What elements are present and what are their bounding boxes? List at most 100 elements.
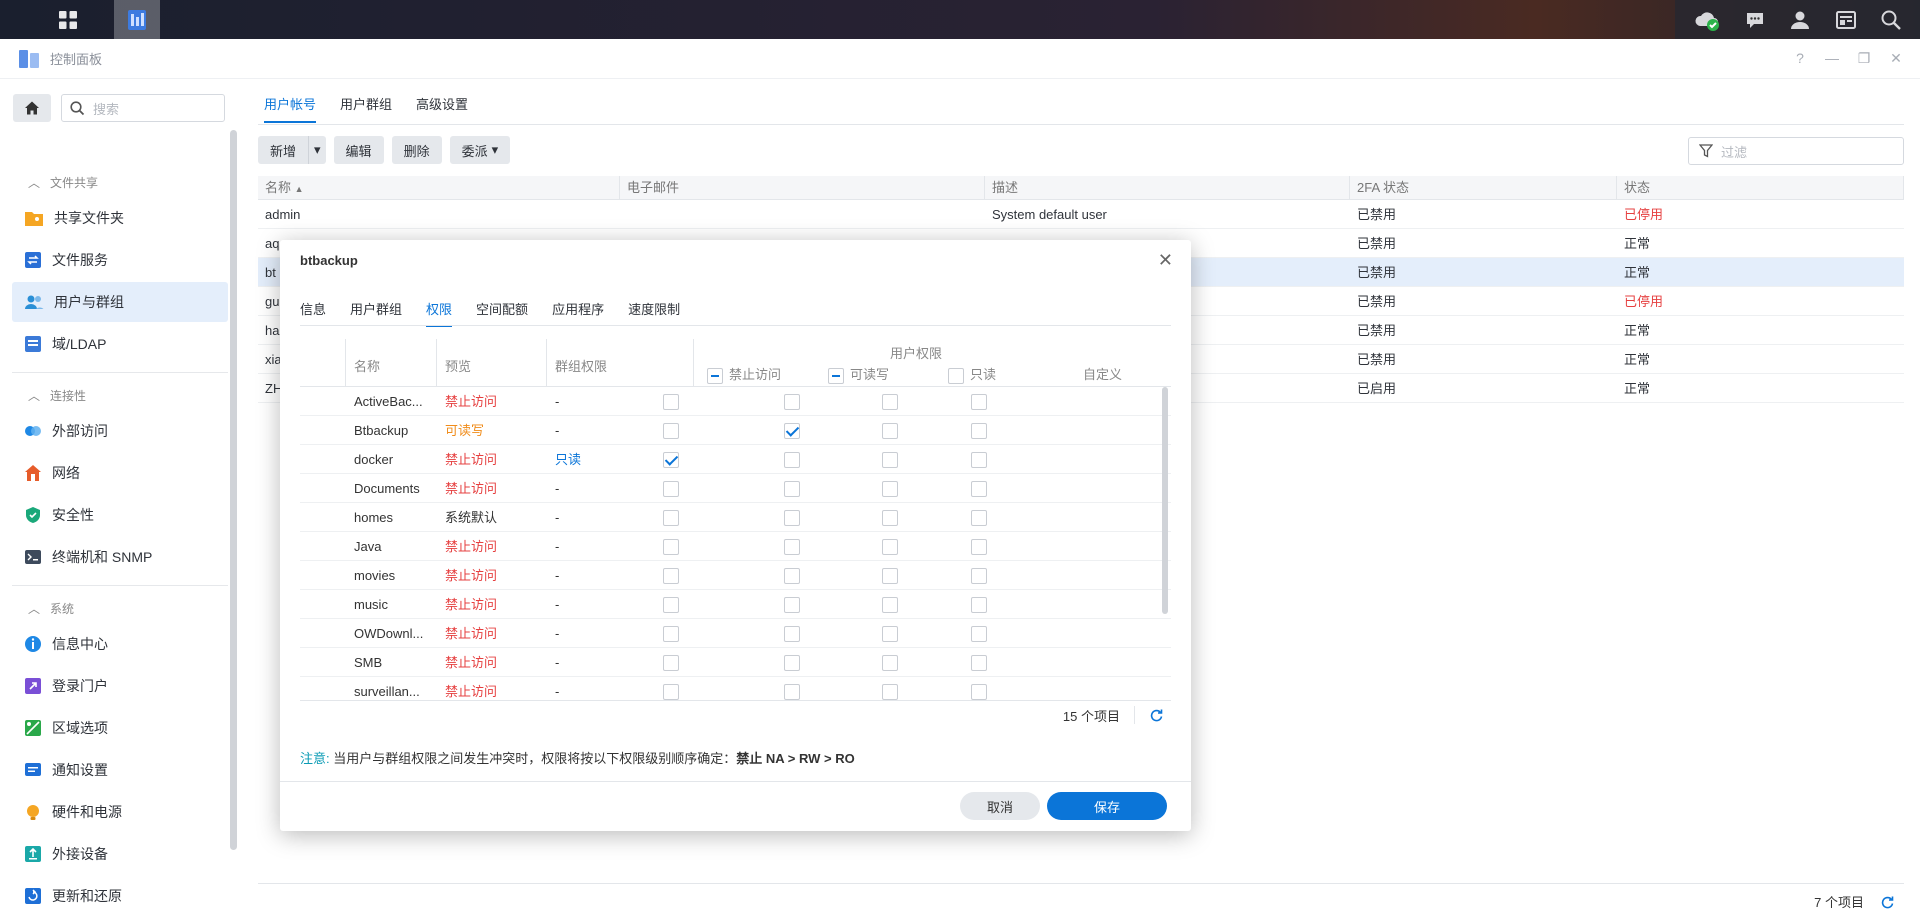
deny-checkbox[interactable]	[663, 597, 679, 613]
custom-checkbox[interactable]	[971, 452, 987, 468]
permission-row[interactable]: Documents 禁止访问 -	[300, 474, 1171, 503]
deny-checkbox[interactable]	[663, 626, 679, 642]
permission-row[interactable]: movies 禁止访问 -	[300, 561, 1171, 590]
ro-checkbox[interactable]	[882, 597, 898, 613]
col-description[interactable]: 描述	[985, 176, 1350, 199]
sidebar-item-network[interactable]: 网络	[12, 453, 228, 493]
permission-row[interactable]: surveillan... 禁止访问 -	[300, 677, 1171, 700]
rw-checkbox[interactable]	[784, 597, 800, 613]
help-icon[interactable]: ?	[1790, 48, 1810, 68]
sidebar-item-external-devices[interactable]: 外接设备	[12, 834, 228, 874]
tab-user-accounts[interactable]: 用户帐号	[264, 94, 317, 123]
permission-row[interactable]: music 禁止访问 -	[300, 590, 1171, 619]
dialog-tab-applications[interactable]: 应用程序	[552, 299, 604, 327]
tab-user-groups[interactable]: 用户群组	[340, 94, 392, 123]
custom-checkbox[interactable]	[971, 626, 987, 642]
refresh-icon[interactable]	[1149, 708, 1163, 722]
col-status[interactable]: 状态	[1617, 176, 1904, 199]
filter-input[interactable]: 过滤	[1688, 137, 1904, 165]
ro-checkbox[interactable]	[882, 568, 898, 584]
main-menu-button[interactable]	[45, 0, 91, 39]
deny-checkbox[interactable]	[663, 539, 679, 555]
dialog-tab-permissions[interactable]: 权限	[426, 299, 453, 327]
home-button[interactable]	[13, 94, 51, 122]
sidebar-scrollbar[interactable]	[230, 130, 237, 850]
refresh-icon[interactable]	[1880, 895, 1894, 909]
deny-all-checkbox[interactable]	[707, 367, 723, 384]
permissions-scrollbar[interactable]	[1162, 387, 1168, 614]
permission-row[interactable]: ActiveBac... 禁止访问 -	[300, 387, 1171, 416]
deny-checkbox[interactable]	[663, 510, 679, 526]
deny-checkbox[interactable]	[663, 568, 679, 584]
custom-checkbox[interactable]	[971, 394, 987, 410]
user-icon[interactable]	[1789, 9, 1811, 31]
permission-row[interactable]: docker 禁止访问 只读	[300, 445, 1171, 474]
permission-row[interactable]: homes 系统默认 -	[300, 503, 1171, 532]
col-email[interactable]: 电子邮件	[620, 176, 985, 199]
create-dropdown-button[interactable]: ▾	[308, 136, 326, 164]
col-name[interactable]: 名称 ▲	[258, 176, 620, 199]
custom-checkbox[interactable]	[971, 655, 987, 671]
dialog-tab-user-groups[interactable]: 用户群组	[350, 299, 402, 327]
rw-checkbox[interactable]	[784, 655, 800, 671]
deny-checkbox[interactable]	[663, 452, 679, 468]
sidebar-item-shared-folder[interactable]: 共享文件夹	[12, 198, 228, 238]
sidebar-item-external-access[interactable]: 外部访问	[12, 411, 228, 451]
rw-checkbox[interactable]	[784, 394, 800, 410]
permission-row[interactable]: SMB 禁止访问 -	[300, 648, 1171, 677]
sidebar-item-login-portal[interactable]: 登录门户	[12, 666, 228, 706]
deny-checkbox[interactable]	[663, 655, 679, 671]
ro-checkbox[interactable]	[882, 423, 898, 439]
ro-checkbox[interactable]	[882, 452, 898, 468]
sidebar-item-hardware-power[interactable]: 硬件和电源	[12, 792, 228, 832]
ro-checkbox[interactable]	[882, 655, 898, 671]
deny-checkbox[interactable]	[663, 481, 679, 497]
restore-icon[interactable]: ❐	[1854, 48, 1874, 68]
rw-checkbox[interactable]	[784, 626, 800, 642]
sidebar-item-domain-ldap[interactable]: 域/LDAP	[12, 324, 228, 364]
table-row[interactable]: admin System default user 已禁用 已停用	[258, 200, 1904, 229]
ro-checkbox[interactable]	[882, 481, 898, 497]
sidebar-item-file-services[interactable]: 文件服务	[12, 240, 228, 280]
sidebar-search-input[interactable]: 搜索	[61, 94, 225, 122]
custom-checkbox[interactable]	[971, 684, 987, 700]
ro-checkbox[interactable]	[882, 510, 898, 526]
close-icon[interactable]: ✕	[1886, 48, 1906, 68]
sidebar-item-users-groups[interactable]: 用户与群组	[12, 282, 228, 322]
col-preview[interactable]: 预览	[437, 339, 547, 387]
ro-checkbox[interactable]	[882, 626, 898, 642]
col-2fa-status[interactable]: 2FA 状态	[1350, 176, 1617, 199]
create-button[interactable]: 新增	[258, 136, 309, 164]
permission-row[interactable]: Java 禁止访问 -	[300, 532, 1171, 561]
chat-icon[interactable]	[1744, 9, 1766, 31]
sidebar-item-info-center[interactable]: 信息中心	[12, 624, 228, 664]
minimize-icon[interactable]: —	[1822, 48, 1842, 68]
rw-checkbox[interactable]	[784, 481, 800, 497]
ro-checkbox[interactable]	[882, 539, 898, 555]
custom-checkbox[interactable]	[971, 597, 987, 613]
permission-row[interactable]: Btbackup 可读写 -	[300, 416, 1171, 445]
dialog-tab-quota[interactable]: 空间配额	[476, 299, 528, 327]
custom-checkbox[interactable]	[971, 568, 987, 584]
rw-checkbox[interactable]	[784, 423, 800, 439]
edit-button[interactable]: 编辑	[333, 136, 384, 164]
sidebar-item-security[interactable]: 安全性	[12, 495, 228, 535]
col-share-name[interactable]: 名称	[346, 339, 437, 387]
dialog-tab-speed-limit[interactable]: 速度限制	[628, 299, 680, 327]
delegate-button[interactable]: 委派 ▾	[449, 136, 511, 164]
permission-row[interactable]: OWDownl... 禁止访问 -	[300, 619, 1171, 648]
rw-checkbox[interactable]	[784, 568, 800, 584]
cancel-button[interactable]: 取消	[960, 792, 1040, 820]
rw-checkbox[interactable]	[784, 452, 800, 468]
custom-checkbox[interactable]	[971, 539, 987, 555]
rw-checkbox[interactable]	[784, 539, 800, 555]
ro-checkbox[interactable]	[882, 394, 898, 410]
section-system[interactable]: ︿ 系统	[28, 600, 74, 617]
ro-checkbox[interactable]	[882, 684, 898, 700]
custom-checkbox[interactable]	[971, 423, 987, 439]
custom-checkbox[interactable]	[971, 481, 987, 497]
deny-checkbox[interactable]	[663, 394, 679, 410]
widgets-icon[interactable]	[1835, 9, 1857, 31]
deny-checkbox[interactable]	[663, 423, 679, 439]
save-button[interactable]: 保存	[1047, 792, 1167, 820]
